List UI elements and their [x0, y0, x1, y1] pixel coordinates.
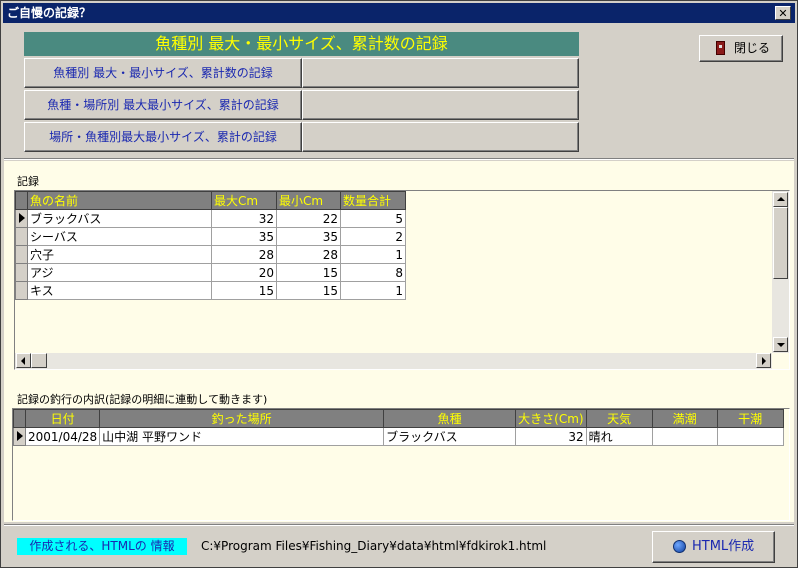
create-html-label: HTML作成 — [692, 539, 755, 554]
records-table: 魚の名前 最大Cm 最小Cm 数量合計 ブラックバス 32 22 5 シーバス … — [15, 191, 406, 300]
column-header-size[interactable]: 大きさ(Cm) — [515, 409, 587, 428]
scroll-left-button[interactable] — [16, 353, 31, 368]
records-horizontal-scrollbar[interactable] — [15, 353, 772, 369]
cell-high-tide[interactable] — [651, 427, 718, 446]
column-header-fish[interactable]: 魚種 — [383, 409, 517, 428]
nav-button-blank-2[interactable] — [302, 90, 579, 120]
arrow-left-icon — [21, 357, 25, 365]
cell-max[interactable]: 28 — [211, 245, 277, 264]
cell-max[interactable]: 32 — [211, 209, 277, 228]
nav-button-fish-species[interactable]: 魚種別 最大・最小サイズ、累計数の記録 — [24, 58, 302, 88]
cell-min[interactable]: 22 — [276, 209, 341, 228]
column-header-count[interactable]: 数量合計 — [340, 191, 406, 210]
cell-weather[interactable]: 晴れ — [585, 427, 653, 446]
html-output-path: C:¥Program Files¥Fishing_Diary¥data¥html… — [201, 539, 547, 553]
table-row[interactable]: アジ 20 15 8 — [15, 263, 406, 282]
create-html-button[interactable]: HTML作成 — [652, 531, 775, 563]
cell-max[interactable]: 35 — [211, 227, 277, 246]
column-header-place[interactable]: 釣った場所 — [99, 409, 385, 428]
row-selector[interactable] — [15, 245, 28, 264]
details-grid: 日付 釣った場所 魚種 大きさ(Cm) 天気 満潮 干潮 2001/04/28 … — [12, 408, 790, 521]
records-vertical-scrollbar[interactable] — [772, 191, 789, 353]
close-button-label: 閉じる — [734, 41, 771, 55]
cell-count[interactable]: 2 — [340, 227, 406, 246]
nav-button-blank-3[interactable] — [302, 122, 579, 152]
table-row[interactable]: 2001/04/28 山中湖 平野ワンド ブラックバス 32 晴れ — [13, 427, 784, 446]
cell-fish[interactable]: ブラックバス — [383, 427, 517, 446]
row-pointer-icon — [19, 212, 25, 223]
records-section-label: 記録 — [17, 175, 39, 188]
details-header-row: 日付 釣った場所 魚種 大きさ(Cm) 天気 満潮 干潮 — [13, 409, 784, 428]
scroll-up-button[interactable] — [773, 192, 788, 207]
cell-low-tide[interactable] — [716, 427, 784, 446]
table-row[interactable]: キス 15 15 1 — [15, 281, 406, 300]
table-row[interactable]: 穴子 28 28 1 — [15, 245, 406, 264]
horizontal-scroll-thumb[interactable] — [31, 353, 47, 368]
records-grid: 魚の名前 最大Cm 最小Cm 数量合計 ブラックバス 32 22 5 シーバス … — [14, 190, 790, 370]
cell-count[interactable]: 5 — [340, 209, 406, 228]
cell-count[interactable]: 8 — [340, 263, 406, 282]
cell-max[interactable]: 15 — [211, 281, 277, 300]
column-header-date[interactable]: 日付 — [24, 409, 101, 428]
cell-fish-name[interactable]: シーバス — [27, 227, 212, 246]
details-section-label: 記録の釣行の内訳(記録の明細に連動して動きます) — [17, 393, 268, 406]
html-info-badge: 作成される、HTMLの 情報 — [17, 538, 187, 555]
cell-min[interactable]: 35 — [276, 227, 341, 246]
cell-count[interactable]: 1 — [340, 245, 406, 264]
door-icon — [716, 41, 725, 55]
close-button[interactable]: 閉じる — [699, 35, 783, 62]
row-selector[interactable] — [13, 427, 26, 446]
table-row[interactable]: ブラックバス 32 22 5 — [15, 209, 406, 228]
scroll-right-button[interactable] — [756, 353, 771, 368]
cell-fish-name[interactable]: アジ — [27, 263, 212, 282]
details-table: 日付 釣った場所 魚種 大きさ(Cm) 天気 満潮 干潮 2001/04/28 … — [13, 409, 784, 446]
nav-button-place-species[interactable]: 場所・魚種別最大最小サイズ、累計の記録 — [24, 122, 302, 152]
scroll-down-button[interactable] — [773, 337, 788, 352]
cell-fish-name[interactable]: 穴子 — [27, 245, 212, 264]
cell-min[interactable]: 15 — [276, 263, 341, 282]
window-title: ご自慢の記録？ — [7, 6, 92, 20]
cell-date[interactable]: 2001/04/28 — [24, 427, 101, 446]
row-pointer-icon — [17, 430, 23, 441]
cell-place[interactable]: 山中湖 平野ワンド — [99, 427, 385, 446]
column-header-high-tide[interactable]: 満潮 — [651, 409, 718, 428]
column-header-min[interactable]: 最小Cm — [276, 191, 341, 210]
cell-fish-name[interactable]: ブラックバス — [27, 209, 212, 228]
column-header-weather[interactable]: 天気 — [585, 409, 653, 428]
cell-size[interactable]: 32 — [515, 427, 587, 446]
scroll-thumb[interactable] — [773, 207, 788, 279]
footer-divider — [4, 524, 794, 526]
cell-fish-name[interactable]: キス — [27, 281, 212, 300]
cell-min[interactable]: 15 — [276, 281, 341, 300]
nav-button-blank-1[interactable] — [302, 58, 579, 88]
divider — [4, 158, 794, 160]
title-bar: ご自慢の記録？ ✕ — [3, 3, 795, 23]
cell-min[interactable]: 28 — [276, 245, 341, 264]
arrow-down-icon — [777, 343, 785, 347]
app-window: ご自慢の記録？ ✕ 魚種別 最大・最小サイズ、累計数の記録 魚種別 最大・最小サ… — [0, 0, 798, 568]
records-header-row: 魚の名前 最大Cm 最小Cm 数量合計 — [15, 191, 406, 210]
nav-button-species-place[interactable]: 魚種・場所別 最大最小サイズ、累計の記録 — [24, 90, 302, 120]
cell-max[interactable]: 20 — [211, 263, 277, 282]
column-header-low-tide[interactable]: 干潮 — [716, 409, 784, 428]
globe-icon — [673, 540, 686, 553]
row-selector[interactable] — [15, 227, 28, 246]
table-row[interactable]: シーバス 35 35 2 — [15, 227, 406, 246]
row-selector[interactable] — [15, 263, 28, 282]
arrow-up-icon — [777, 197, 785, 201]
window-close-button[interactable]: ✕ — [775, 6, 791, 20]
arrow-right-icon — [762, 357, 766, 365]
row-selector[interactable] — [15, 281, 28, 300]
page-title: 魚種別 最大・最小サイズ、累計数の記録 — [24, 32, 579, 56]
row-selector[interactable] — [15, 209, 28, 228]
column-header-fish-name[interactable]: 魚の名前 — [27, 191, 212, 210]
cell-count[interactable]: 1 — [340, 281, 406, 300]
column-header-max[interactable]: 最大Cm — [211, 191, 277, 210]
